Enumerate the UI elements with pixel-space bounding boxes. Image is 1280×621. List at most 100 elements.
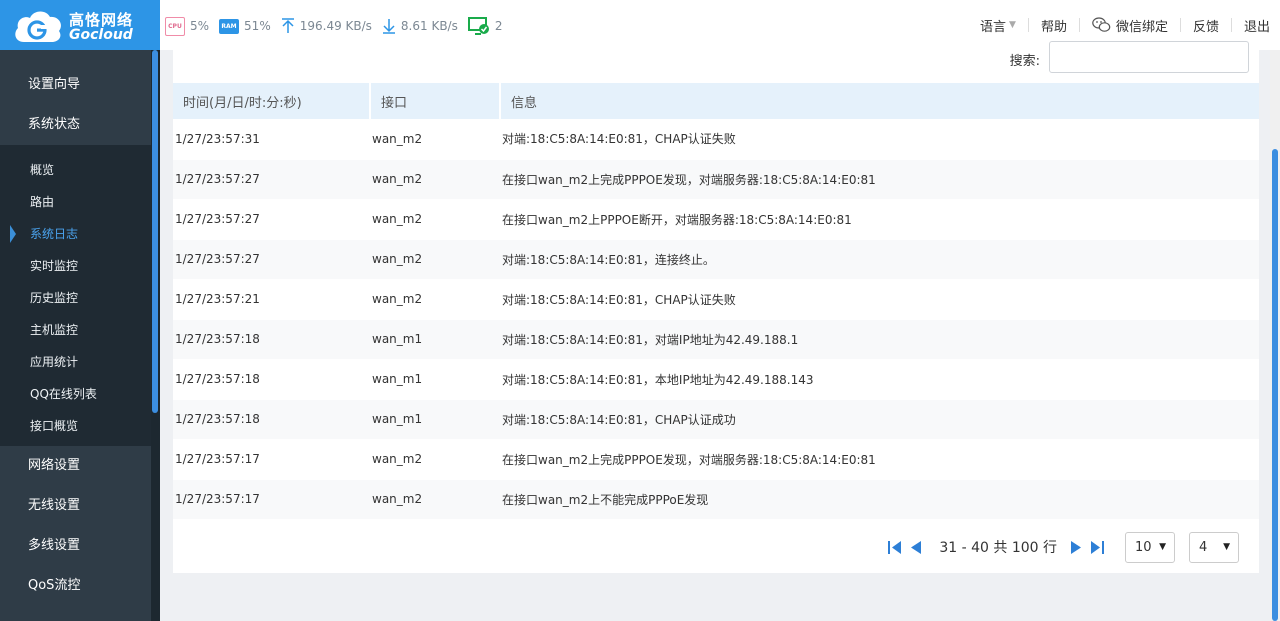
search-input[interactable] xyxy=(1049,41,1249,73)
log-table: 时间(月/日/时:分:秒) 接口 信息 1/27/23:57:31 wan_m2… xyxy=(173,83,1259,520)
table-row: 1/27/23:57:31 wan_m2 对端:18:C5:8A:14:E0:8… xyxy=(173,119,1259,160)
table-row: 1/27/23:57:27 wan_m2 在接口wan_m2上PPPOE断开，对… xyxy=(173,199,1259,240)
cpu-icon: CPU xyxy=(165,16,185,36)
column-header-interface[interactable]: 接口 xyxy=(370,83,501,119)
sidebar-item-routes[interactable]: 路由 xyxy=(0,186,160,218)
online-count: 2 xyxy=(494,19,503,33)
cell-info: 在接口wan_m2上完成PPPOE发现，对端服务器:18:C5:8A:14:E0… xyxy=(500,439,1259,480)
cell-interface: wan_m1 xyxy=(370,399,500,440)
chevron-down-icon: ▼ xyxy=(1009,20,1016,30)
language-label: 语言 xyxy=(980,19,1007,35)
online-stat: 2 xyxy=(467,17,503,35)
sidebar-item-wireless-settings[interactable]: 无线设置 xyxy=(0,486,160,526)
upload-arrow-icon xyxy=(281,18,295,34)
sidebar-scrollbar-thumb[interactable] xyxy=(152,50,158,413)
wechat-bind-label: 微信绑定 xyxy=(1115,19,1168,35)
table-row: 1/27/23:57:17 wan_m2 在接口wan_m2上完成PPPOE发现… xyxy=(173,439,1259,480)
sidebar-item-qos[interactable]: QoS流控 xyxy=(0,566,160,606)
cell-interface: wan_m2 xyxy=(370,159,500,200)
page-number-value: 4 xyxy=(1199,539,1208,555)
sidebar-item-qq-online[interactable]: QQ在线列表 xyxy=(0,378,160,410)
cell-info: 对端:18:C5:8A:14:E0:81，CHAP认证失败 xyxy=(500,279,1259,320)
sidebar-item-setup-wizard[interactable]: 设置向导 xyxy=(0,65,160,105)
cell-time: 1/27/23:57:27 xyxy=(173,159,370,200)
first-page-button[interactable] xyxy=(887,539,903,555)
table-row: 1/27/23:57:18 wan_m1 对端:18:C5:8A:14:E0:8… xyxy=(173,399,1259,440)
cell-time: 1/27/23:57:27 xyxy=(173,239,370,280)
search-label: 搜索: xyxy=(1009,54,1040,69)
sidebar-submenu-system-status: 概览 路由 系统日志 实时监控 历史监控 主机监控 应用统计 QQ在线列表 接口… xyxy=(0,145,160,446)
first-page-icon xyxy=(888,541,902,554)
cell-info: 在接口wan_m2上PPPOE断开，对端服务器:18:C5:8A:14:E0:8… xyxy=(500,199,1259,240)
sidebar-item-network-settings[interactable]: 网络设置 xyxy=(0,446,160,486)
log-panel: 搜索: 时间(月/日/时:分:秒) 接口 信息 1/27/23:57:31 wa… xyxy=(173,40,1259,573)
brand-logo[interactable]: 高恪网络 Gocloud xyxy=(0,0,160,50)
page-scrollbar-thumb[interactable] xyxy=(1272,149,1278,621)
sidebar-item-app-stats[interactable]: 应用统计 xyxy=(0,346,160,378)
chevron-down-icon: ▼ xyxy=(1159,542,1166,552)
last-page-button[interactable] xyxy=(1089,539,1105,555)
prev-page-button[interactable] xyxy=(909,539,923,555)
cell-interface: wan_m2 xyxy=(370,239,500,280)
cell-interface: wan_m2 xyxy=(370,479,500,520)
page-size-select[interactable]: 10 ▼ xyxy=(1125,531,1175,563)
wechat-bind-link[interactable]: 微信绑定 xyxy=(1080,16,1180,35)
sidebar-item-host-monitor[interactable]: 主机监控 xyxy=(0,314,160,346)
cell-time: 1/27/23:57:31 xyxy=(173,119,370,160)
cell-info: 在接口wan_m2上完成PPPOE发现，对端服务器:18:C5:8A:14:E0… xyxy=(500,159,1259,200)
cell-time: 1/27/23:57:17 xyxy=(173,479,370,520)
column-header-time[interactable]: 时间(月/日/时:分:秒) xyxy=(173,83,371,119)
sidebar-item-system-log[interactable]: 系统日志 xyxy=(0,218,160,250)
table-row: 1/27/23:57:18 wan_m1 对端:18:C5:8A:14:E0:8… xyxy=(173,319,1259,360)
cell-time: 1/27/23:57:18 xyxy=(173,359,370,400)
table-header-row: 时间(月/日/时:分:秒) 接口 信息 xyxy=(173,83,1259,119)
cloud-logo-icon xyxy=(15,11,61,42)
page-scrollbar[interactable] xyxy=(1270,50,1280,621)
download-stat: 8.61 KB/s xyxy=(382,18,458,34)
sidebar-item-realtime-monitor[interactable]: 实时监控 xyxy=(0,250,160,282)
cell-time: 1/27/23:57:27 xyxy=(173,199,370,240)
cell-info: 在接口wan_m2上不能完成PPPoE发现 xyxy=(500,479,1259,520)
download-arrow-icon xyxy=(382,18,396,34)
sidebar-item-interface-overview[interactable]: 接口概览 xyxy=(0,410,160,442)
cell-interface: wan_m2 xyxy=(370,199,500,240)
table-row: 1/27/23:57:27 wan_m2 在接口wan_m2上完成PPPOE发现… xyxy=(173,159,1259,200)
last-page-icon xyxy=(1091,541,1104,554)
cell-time: 1/27/23:57:17 xyxy=(173,439,370,480)
prev-page-icon xyxy=(911,541,922,554)
sidebar-item-system-status[interactable]: 系统状态 xyxy=(0,105,160,145)
sidebar-item-multiline-settings[interactable]: 多线设置 xyxy=(0,526,160,566)
table-row: 1/27/23:57:17 wan_m2 在接口wan_m2上不能完成PPPoE… xyxy=(173,479,1259,520)
sidebar: 设置向导 系统状态 概览 路由 系统日志 实时监控 历史监控 主机监控 应用统计… xyxy=(0,50,160,621)
next-page-button[interactable] xyxy=(1069,539,1083,555)
cell-time: 1/27/23:57:18 xyxy=(173,399,370,440)
cell-interface: wan_m2 xyxy=(370,439,500,480)
cell-interface: wan_m2 xyxy=(370,119,500,160)
page-number-select[interactable]: 4 ▼ xyxy=(1189,531,1239,563)
cell-info: 对端:18:C5:8A:14:E0:81，CHAP认证失败 xyxy=(500,119,1259,160)
cell-info: 对端:18:C5:8A:14:E0:81，CHAP认证成功 xyxy=(500,399,1259,440)
column-header-info[interactable]: 信息 xyxy=(500,83,1259,119)
feedback-link[interactable]: 反馈 xyxy=(1181,16,1231,35)
table-row: 1/27/23:57:18 wan_m1 对端:18:C5:8A:14:E0:8… xyxy=(173,359,1259,400)
cpu-stat: CPU 5% xyxy=(165,16,209,36)
sidebar-item-history-monitor[interactable]: 历史监控 xyxy=(0,282,160,314)
cell-interface: wan_m2 xyxy=(370,279,500,320)
page-info: 31 - 40 共 100 行 xyxy=(939,540,1057,556)
pagination: 31 - 40 共 100 行 10 ▼ 4 ▼ xyxy=(887,531,1239,563)
status-stats: CPU 5% RAM 51% 196.49 KB/s 8.61 KB/s 2 xyxy=(165,15,513,37)
sidebar-scrollbar[interactable] xyxy=(151,50,160,621)
table-row: 1/27/23:57:21 wan_m2 对端:18:C5:8A:14:E0:8… xyxy=(173,279,1259,320)
wechat-icon xyxy=(1092,17,1111,33)
sidebar-item-overview[interactable]: 概览 xyxy=(0,154,160,186)
ram-value: 51% xyxy=(244,19,271,33)
help-link[interactable]: 帮助 xyxy=(1029,16,1079,35)
cell-info: 对端:18:C5:8A:14:E0:81，本地IP地址为42.49.188.14… xyxy=(500,359,1259,400)
logout-link[interactable]: 退出 xyxy=(1232,16,1280,35)
chevron-down-icon: ▼ xyxy=(1223,542,1230,552)
language-menu[interactable]: 语言 ▼ xyxy=(968,16,1028,35)
cell-time: 1/27/23:57:21 xyxy=(173,279,370,320)
ram-stat: RAM 51% xyxy=(219,18,271,34)
cell-interface: wan_m1 xyxy=(370,359,500,400)
brand-name-en: Gocloud xyxy=(69,27,133,43)
